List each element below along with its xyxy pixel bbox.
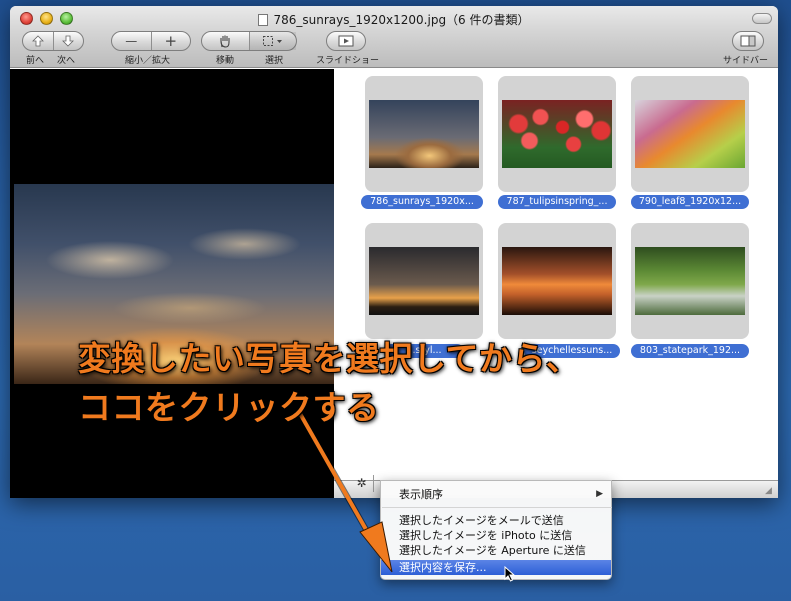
- zoom-in-button[interactable]: +: [150, 32, 191, 50]
- action-gear-button[interactable]: ✲: [350, 475, 374, 492]
- annotation-text-line-2: ココをクリックする: [78, 388, 380, 427]
- thumbnail-image-leaf: [635, 100, 745, 168]
- slideshow-icon-wrap: [327, 32, 365, 50]
- thumbnail-image-tulips: [502, 100, 612, 168]
- thumbnail-card[interactable]: [631, 223, 749, 339]
- zoom-label: 縮小／拡大: [125, 56, 171, 66]
- zoom-out-button[interactable]: —: [112, 32, 151, 50]
- select-tool-button[interactable]: [248, 32, 296, 50]
- mouse-pointer-icon: [504, 566, 516, 582]
- thumbnail-label[interactable]: 786_sunrays_1920x...: [361, 195, 483, 209]
- back-label: 前へ: [26, 56, 45, 66]
- menu-item-label: 表示順序: [399, 488, 443, 501]
- back-arrow-icon: [31, 35, 44, 47]
- tool-mode-control: [201, 31, 297, 51]
- annotation-text-line-1: 変換したい写真を選択してから、: [78, 339, 580, 378]
- thumbnail-image-sunrays: [369, 100, 479, 168]
- next-button[interactable]: [52, 32, 84, 50]
- hand-icon: [220, 35, 230, 48]
- menu-item-save-selection[interactable]: 選択内容を保存...: [381, 560, 611, 575]
- thumbnail-label[interactable]: 787_tulipsinspring_...: [498, 195, 616, 209]
- submenu-arrow-icon: ▶: [596, 489, 603, 499]
- window-title: 786_sunrays_1920x1200.jpg（6 件の書類）: [10, 11, 778, 28]
- thumbnail-card[interactable]: [631, 76, 749, 192]
- action-menu: 表示順序 ▶ 選択したイメージをメールで送信 選択したイメージを iPhoto …: [380, 480, 612, 580]
- sidebar-label: サイドバー: [723, 56, 769, 66]
- thumbnail-image-tree: [369, 247, 479, 315]
- main-image-view[interactable]: [10, 69, 334, 498]
- select-label: 選択: [265, 56, 284, 66]
- thumbnail-card[interactable]: [365, 223, 483, 339]
- thumbnail-image-seychelles: [502, 247, 612, 315]
- slideshow-icon: [338, 35, 354, 47]
- thumbnail-card[interactable]: [365, 76, 483, 192]
- sidebar-button[interactable]: [732, 31, 764, 51]
- marquee-select-icon: [262, 36, 282, 46]
- thumbnail-grid: 786_sunrays_1920x... 787_tulipsinspring_…: [334, 69, 778, 480]
- menu-separator: [382, 507, 612, 508]
- zoom-control: — +: [111, 31, 191, 51]
- menu-item-label: 選択したイメージを iPhoto に送信: [399, 529, 573, 542]
- thumbnail-image-park: [635, 247, 745, 315]
- toolbar-toggle-button[interactable]: [752, 13, 772, 24]
- menu-item-label: 選択したイメージを Aperture に送信: [399, 544, 586, 557]
- move-label: 移動: [216, 56, 235, 66]
- menu-item-label: 選択内容を保存...: [399, 561, 487, 574]
- slideshow-button[interactable]: [326, 31, 366, 51]
- thumbnail-label[interactable]: 790_leaf8_1920x12...: [631, 195, 749, 209]
- resize-grip-icon[interactable]: ◢: [765, 486, 775, 496]
- menu-item-send-iphoto[interactable]: 選択したイメージを iPhoto に送信: [381, 528, 611, 543]
- window-title-text: 786_sunrays_1920x1200.jpg（6 件の書類）: [273, 13, 530, 27]
- thumbnail-card[interactable]: [498, 76, 616, 192]
- back-next-control: [22, 31, 84, 51]
- sidebar-icon-wrap: [733, 32, 763, 50]
- thumbnail-card[interactable]: [498, 223, 616, 339]
- document-icon: [258, 14, 269, 26]
- thumbnail-label[interactable]: 803_statepark_192...: [631, 344, 749, 358]
- menu-item-sort-order[interactable]: 表示順序 ▶: [381, 487, 611, 502]
- slideshow-label: スライドショー: [316, 56, 380, 66]
- sidebar-icon: [740, 35, 756, 47]
- menu-item-label: 選択したイメージをメールで送信: [399, 514, 564, 527]
- back-button[interactable]: [23, 32, 53, 50]
- menu-item-send-mail[interactable]: 選択したイメージをメールで送信: [381, 513, 611, 528]
- titlebar: 786_sunrays_1920x1200.jpg（6 件の書類） 前へ 次へ …: [10, 6, 778, 68]
- next-label: 次へ: [57, 56, 76, 66]
- move-tool-button[interactable]: [202, 32, 249, 50]
- menu-item-send-aperture[interactable]: 選択したイメージを Aperture に送信: [381, 543, 611, 558]
- next-arrow-icon: [62, 35, 75, 47]
